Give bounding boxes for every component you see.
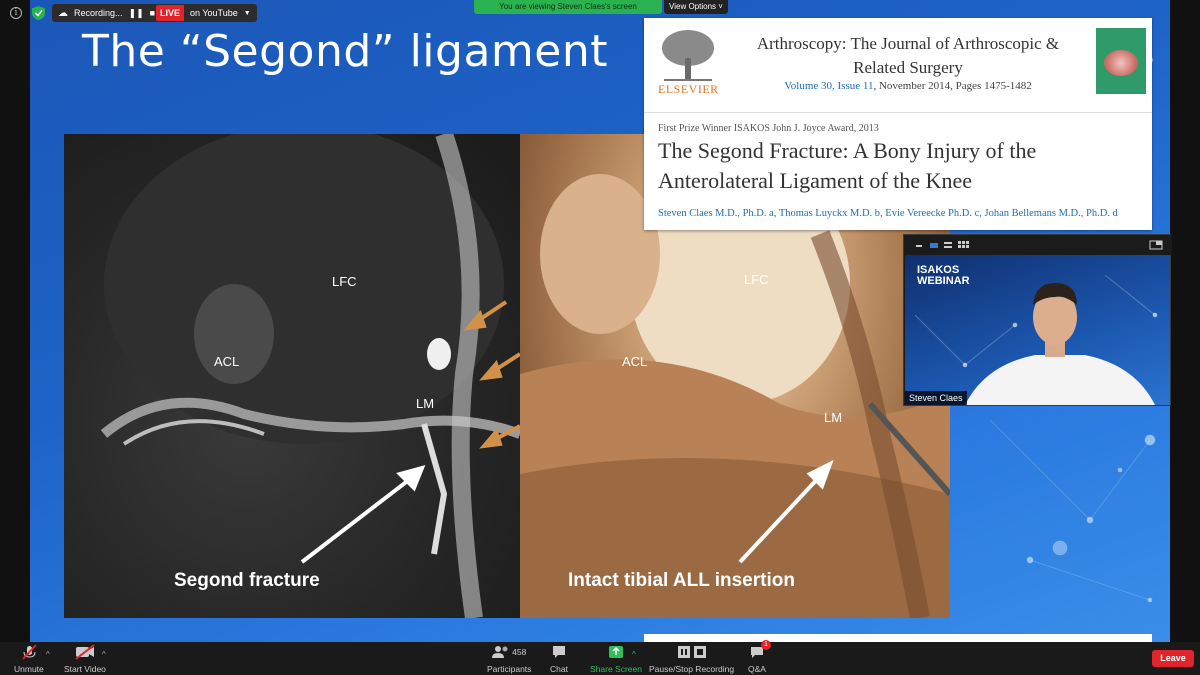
article-title: The Segond Fracture: A Bony Injury of th… [658, 138, 1037, 193]
anat-label-lm: LM [824, 410, 843, 425]
viewing-screen-banner: You are viewing Steven Claes's screen [474, 0, 662, 14]
journal-name: Arthroscopy: The Journal of Arthroscopic… [744, 32, 1072, 80]
qa-label: Q&A [748, 664, 766, 674]
participants-label: Participants [487, 664, 532, 674]
mri-label-acl: ACL [214, 354, 240, 369]
chat-label: Chat [550, 664, 568, 674]
pause-recording-button[interactable]: Pause/Stop Recording [649, 644, 734, 674]
chevron-down-icon: ˅ [718, 2, 723, 11]
share-screen-label: Share Screen [590, 664, 642, 674]
isakos-logo-line2: WEBINAR [917, 275, 970, 287]
start-video-label: Start Video [64, 664, 106, 674]
live-badge: LIVE [156, 5, 185, 21]
issue-link[interactable]: Volume 30, Issue 11 [784, 80, 873, 92]
cloud-icon: ☁ [58, 7, 68, 19]
isakos-logo: ISAKOS WEBINAR [917, 265, 970, 287]
journal-overlay: ELSEVIER Arthroscopy: The Journal of Art… [644, 18, 1152, 230]
journal-name-line1: Arthroscopy: The Journal of Arthroscopic… [756, 34, 1060, 53]
video-off-icon [74, 644, 96, 660]
recording-label: Recording... [74, 8, 123, 18]
view-options-button[interactable]: View Options ˅ [664, 0, 728, 14]
mri-label-lm: LM [416, 396, 435, 411]
participants-button[interactable]: 458 Participants [487, 644, 531, 674]
muted-mic-icon [21, 644, 37, 660]
journal-name-line2: Related Surgery [853, 58, 963, 77]
pause-icon[interactable]: ❚❚ [129, 8, 144, 19]
bottom-white-bar [644, 634, 1152, 642]
shield-icon[interactable] [32, 6, 45, 20]
divider [644, 112, 1152, 113]
slide-title: The “Segond” ligament [82, 26, 608, 77]
journal-issue: Volume 30, Issue 11, November 2014, Page… [744, 80, 1072, 92]
author-list[interactable]: Steven Claes M.D., Ph.D. a, Thomas Luyck… [658, 208, 1118, 219]
top-status-bar: i ☁ Recording... ❚❚ ■ LIVE on YouTube ▼ … [0, 0, 1200, 26]
mri-image: LFC ACL LM Segond fracture [64, 134, 520, 618]
chat-icon [551, 644, 567, 660]
leave-button[interactable]: Leave [1152, 650, 1194, 667]
speaker-toolbar [904, 235, 1172, 255]
pause-recording-label: Pause/Stop Recording [649, 664, 735, 674]
start-video-button[interactable]: Start Video [64, 644, 106, 674]
view-options-label: View Options [669, 2, 717, 11]
caption-intact-insertion: Intact tibial ALL insertion [568, 570, 795, 591]
qa-icon: 1 [749, 640, 771, 660]
meeting-toolbar: Unmute ^ Start Video ^ 458 Participants … [0, 640, 1200, 675]
anat-label-acl: ACL [622, 354, 648, 369]
chat-button[interactable]: Chat [550, 644, 568, 674]
mri-label-lfc: LFC [332, 274, 357, 289]
unmute-label: Unmute [14, 664, 44, 674]
caption-segond-fracture: Segond fracture [174, 570, 320, 591]
right-margin [1170, 26, 1200, 642]
issue-details: , November 2014, Pages 1475-1482 [873, 80, 1032, 92]
publisher-name: ELSEVIER [658, 82, 719, 96]
video-options-caret[interactable]: ^ [102, 650, 106, 659]
audio-options-caret[interactable]: ^ [46, 650, 50, 659]
share-screen-icon [608, 644, 624, 660]
chevron-down-icon[interactable]: ▼ [244, 10, 251, 17]
participants-icon: 458 [492, 644, 526, 660]
elsevier-tree-logo [662, 30, 714, 81]
mri-illustration [100, 134, 520, 618]
qa-button[interactable]: 1 Q&A [748, 640, 771, 674]
cover-image [1104, 50, 1138, 76]
info-icon[interactable]: i [10, 7, 22, 19]
anat-label-lfc: LFC [744, 272, 769, 287]
speaker-video-panel[interactable]: ISAKOS WEBINAR Steven Claes [903, 234, 1172, 406]
journal-cover [1096, 28, 1146, 94]
video-layout-controls[interactable] [904, 235, 1172, 255]
recording-indicator[interactable]: ☁ Recording... ❚❚ ■ [52, 4, 162, 22]
participants-count: 458 [512, 647, 527, 657]
award-line: First Prize Winner ISAKOS John J. Joyce … [658, 123, 879, 134]
unmute-button[interactable]: Unmute [14, 644, 44, 674]
share-screen-button[interactable]: Share Screen [590, 644, 642, 674]
stop-icon[interactable]: ■ [150, 8, 155, 18]
speaker-name-tag: Steven Claes [905, 391, 967, 405]
live-label: on YouTube [190, 8, 238, 18]
left-margin [0, 26, 30, 642]
live-stream-indicator[interactable]: LIVE on YouTube ▼ [156, 4, 257, 22]
pause-stop-icon [677, 644, 707, 660]
speaker-video: ISAKOS WEBINAR Steven Claes [905, 255, 1170, 405]
share-options-caret[interactable]: ^ [632, 650, 636, 659]
qa-badge: 1 [760, 640, 771, 650]
